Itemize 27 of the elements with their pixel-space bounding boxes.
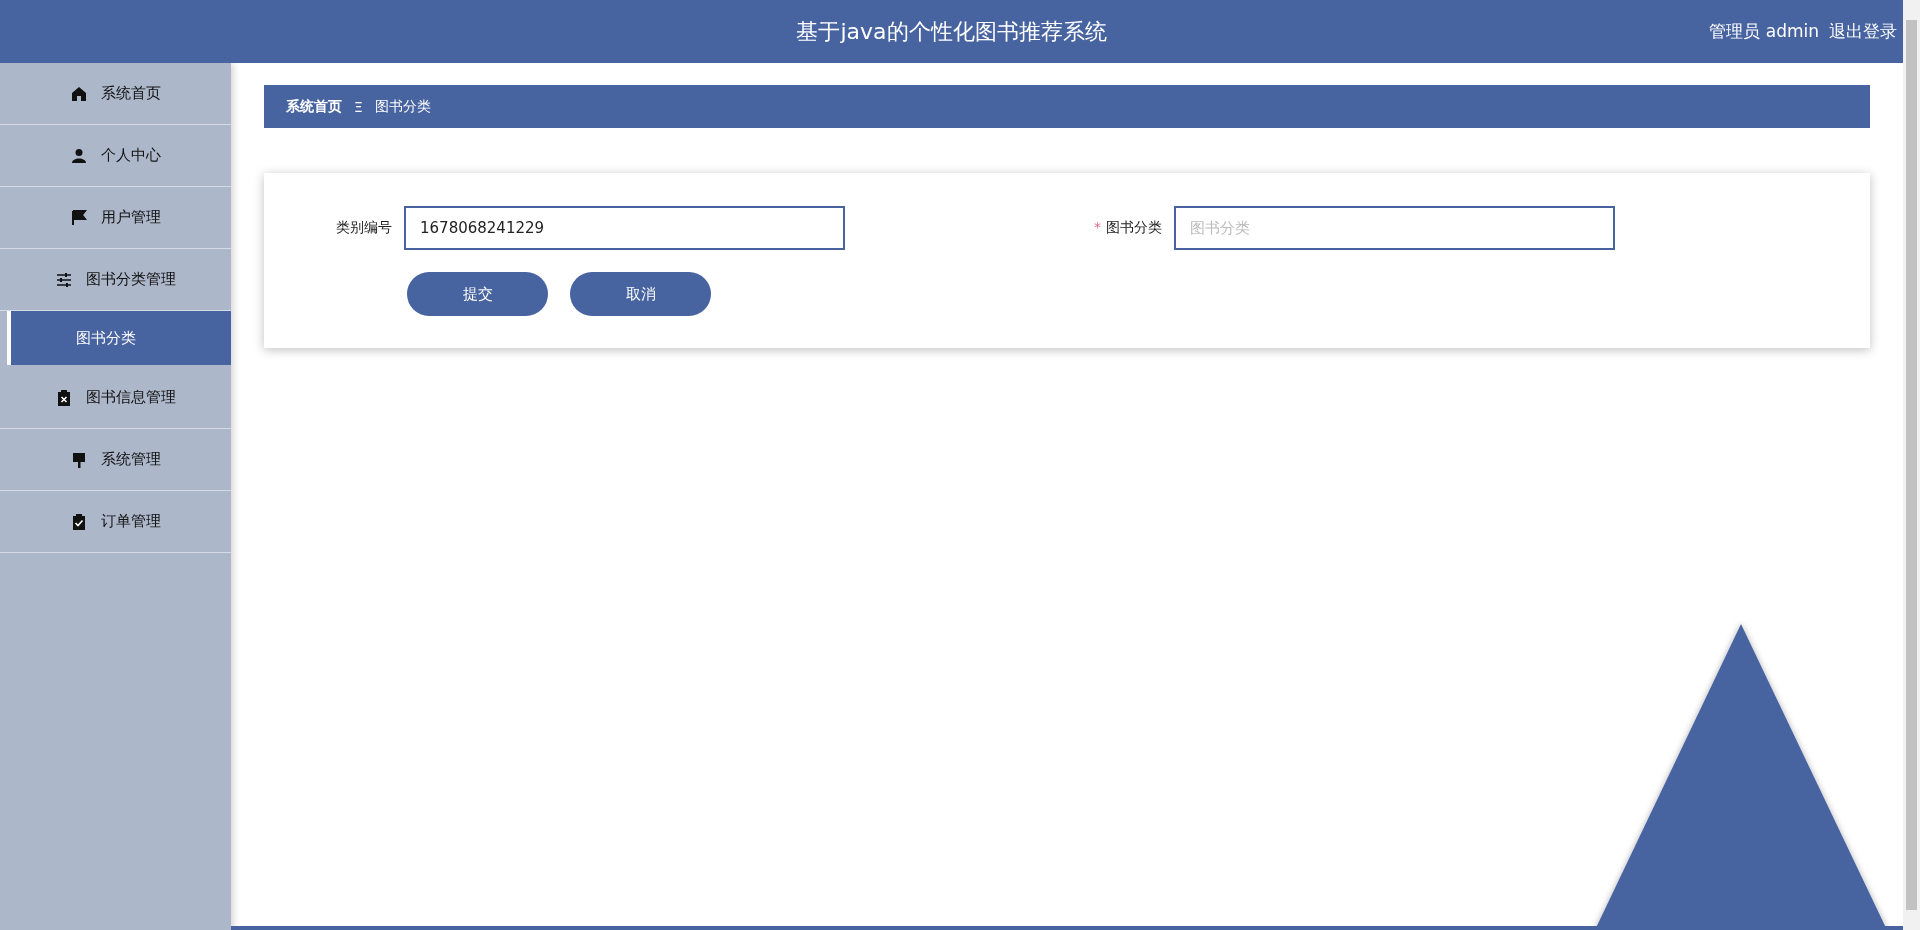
form-button[interactable]: 提交 xyxy=(407,272,548,316)
user-label: 管理员 admin xyxy=(1709,20,1819,43)
app-title: 基于java的个性化图书推荐系统 xyxy=(796,17,1107,46)
form-button[interactable]: 取消 xyxy=(570,272,711,316)
sidebar-item[interactable]: 系统首页 xyxy=(0,63,231,125)
flag-icon xyxy=(70,209,87,226)
logout-link[interactable]: 退出登录 xyxy=(1829,20,1897,43)
input-field[interactable]: 图书分类 xyxy=(1174,206,1615,250)
sidebar-subitem[interactable]: 图书分类 xyxy=(7,311,231,365)
clipboard-check-icon xyxy=(70,513,87,530)
sidebar-item[interactable]: 用户管理 xyxy=(0,187,231,249)
breadcrumb-current: 图书分类 xyxy=(374,97,431,116)
clipboard-x-icon xyxy=(55,389,72,406)
person-icon xyxy=(70,147,87,164)
field-label: 类别编号 xyxy=(335,219,393,237)
sliders-icon xyxy=(55,271,72,288)
sidebar-item[interactable]: 订单管理 xyxy=(0,491,231,553)
sidebar-item[interactable]: 图书信息管理 xyxy=(0,367,231,429)
field-label: * 图书分类 xyxy=(1093,219,1163,237)
brush-icon xyxy=(70,451,87,468)
sidebar-item[interactable]: 个人中心 xyxy=(0,125,231,187)
breadcrumb-home-link[interactable]: 系统首页 xyxy=(286,97,342,116)
sidebar-item[interactable]: 系统管理 xyxy=(0,429,231,491)
breadcrumb-separator: Ξ xyxy=(354,98,363,115)
scrollbar[interactable] xyxy=(1903,0,1920,930)
home-icon xyxy=(70,85,87,102)
input-field[interactable]: 1678068241229 xyxy=(404,206,845,250)
